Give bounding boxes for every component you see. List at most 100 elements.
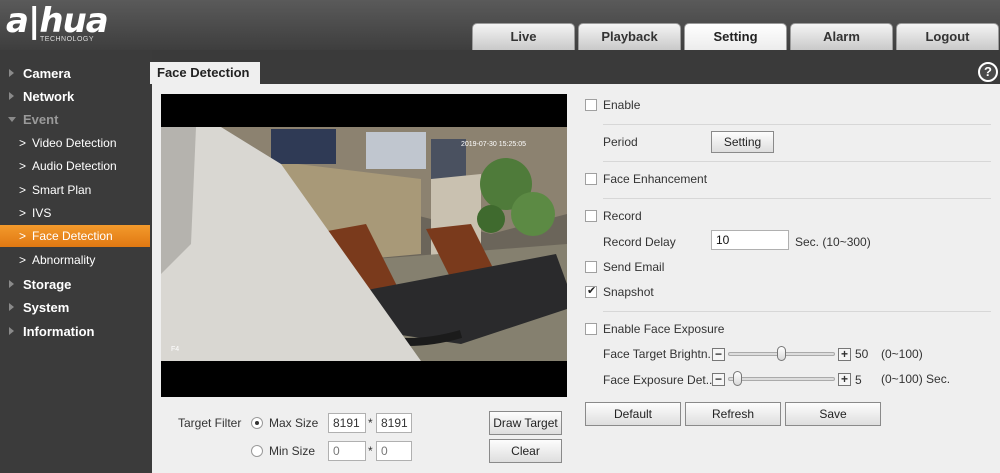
expand-arrow-icon: [9, 280, 14, 288]
divider: [603, 198, 991, 199]
sidebar-subitem-label: Face Detection: [32, 229, 113, 243]
collapse-arrow-icon: [8, 117, 16, 122]
video-timestamp: 2019-07-30 15:25:05: [461, 141, 526, 148]
chevron-right-icon: >: [19, 183, 27, 197]
video-corner-label: F4: [171, 346, 179, 353]
exposure-detect-label: Face Exposure Det...: [603, 373, 716, 387]
expand-arrow-icon: [9, 327, 14, 335]
exposure-detect-range: (0~100) Sec.: [881, 372, 951, 386]
sidebar-subitem-abnormality[interactable]: > Abnormality: [0, 249, 150, 271]
sidebar-subitem-label: Smart Plan: [32, 183, 92, 197]
sidebar-item-camera[interactable]: Camera: [0, 62, 152, 85]
snapshot-label: Snapshot: [603, 285, 654, 299]
send-email-label: Send Email: [603, 260, 665, 274]
min-height-input[interactable]: 0: [376, 441, 412, 461]
exposure-detect-thumb[interactable]: [732, 371, 742, 386]
sidebar-item-label: Storage: [23, 277, 72, 292]
send-email-checkbox[interactable]: [585, 261, 597, 273]
sidebar-item-network[interactable]: Network: [0, 85, 152, 108]
plus-icon[interactable]: +: [838, 373, 851, 386]
target-brightness-thumb[interactable]: [777, 346, 786, 361]
sidebar: Camera Network Event > Video Detection > A…: [0, 50, 152, 473]
header-bar: a|hua TECHNOLOGY Live Playback Setting A…: [0, 0, 1000, 50]
snapshot-checkbox[interactable]: [585, 284, 597, 298]
size-separator: *: [368, 444, 373, 458]
expand-arrow-icon: [9, 69, 14, 77]
sidebar-item-label: System: [23, 300, 70, 315]
draw-target-button[interactable]: Draw Target: [489, 411, 562, 435]
sidebar-item-storage[interactable]: Storage: [0, 273, 152, 296]
record-checkbox[interactable]: [585, 210, 597, 222]
record-delay-input[interactable]: 10: [711, 230, 789, 250]
target-filter-label: Target Filter: [178, 416, 242, 430]
divider: [603, 161, 991, 162]
tab-setting[interactable]: Setting: [684, 23, 787, 50]
camera-scene-image: 2019-07-30 15:25:05 F4: [161, 94, 567, 397]
default-button[interactable]: Default: [585, 402, 681, 426]
record-delay-hint: Sec. (10~300): [795, 235, 871, 249]
enable-face-exposure-label: Enable Face Exposure: [603, 322, 725, 336]
max-size-radio[interactable]: [251, 417, 263, 429]
enable-face-exposure-checkbox[interactable]: [585, 323, 597, 335]
divider: [603, 311, 991, 312]
record-delay-label: Record Delay: [603, 235, 676, 249]
save-button[interactable]: Save: [785, 402, 881, 426]
period-setting-button[interactable]: Setting: [711, 131, 774, 153]
max-size-label: Max Size: [269, 416, 319, 430]
face-enhancement-checkbox[interactable]: [585, 173, 597, 185]
max-width-input[interactable]: 8191: [328, 413, 366, 433]
sidebar-item-information[interactable]: Information: [0, 320, 152, 343]
sidebar-subitem-label: IVS: [32, 206, 52, 220]
sidebar-item-label: Event: [23, 112, 59, 127]
brand-subtitle: TECHNOLOGY: [40, 36, 95, 43]
expand-arrow-icon: [9, 303, 14, 311]
enable-label: Enable: [603, 98, 641, 112]
video-preview[interactable]: 2019-07-30 15:25:05 F4: [161, 94, 567, 397]
expand-arrow-icon: [9, 92, 14, 100]
exposure-detect-slider[interactable]: [728, 377, 835, 381]
chevron-right-icon: >: [19, 229, 27, 243]
sidebar-subitem-label: Audio Detection: [32, 159, 117, 173]
min-width-input[interactable]: 0: [328, 441, 366, 461]
plus-icon[interactable]: +: [838, 348, 851, 361]
sidebar-item-event[interactable]: Event: [0, 108, 152, 131]
target-brightness-range: (0~100): [881, 347, 923, 361]
tab-playback[interactable]: Playback: [578, 23, 681, 50]
sidebar-item-label: Camera: [23, 66, 71, 81]
chevron-right-icon: >: [19, 136, 27, 150]
divider: [603, 124, 991, 125]
face-enhancement-label: Face Enhancement: [603, 172, 708, 186]
help-icon[interactable]: ?: [978, 62, 998, 82]
sidebar-subitem-video-detection[interactable]: > Video Detection: [0, 132, 150, 154]
clear-button[interactable]: Clear: [489, 439, 562, 463]
period-label: Period: [603, 135, 638, 149]
minus-icon[interactable]: −: [712, 373, 725, 386]
minus-icon[interactable]: −: [712, 348, 725, 361]
sidebar-subitem-audio-detection[interactable]: > Audio Detection: [0, 155, 150, 177]
size-separator: *: [368, 416, 373, 430]
exposure-detect-value: 5: [855, 373, 862, 387]
sidebar-item-system[interactable]: System: [0, 296, 152, 319]
record-label: Record: [603, 209, 642, 223]
sidebar-subitem-ivs[interactable]: > IVS: [0, 202, 150, 224]
target-brightness-value: 50: [855, 347, 869, 361]
refresh-button[interactable]: Refresh: [685, 402, 781, 426]
page-title: Face Detection: [150, 62, 260, 84]
min-size-radio[interactable]: [251, 445, 263, 457]
tab-logout[interactable]: Logout: [896, 23, 999, 50]
chevron-right-icon: >: [19, 159, 27, 173]
sidebar-subitem-label: Video Detection: [32, 136, 117, 150]
chevron-right-icon: >: [19, 206, 27, 220]
sidebar-subitem-smart-plan[interactable]: > Smart Plan: [0, 179, 150, 201]
tab-alarm[interactable]: Alarm: [790, 23, 893, 50]
tab-live[interactable]: Live: [472, 23, 575, 50]
chevron-right-icon: >: [19, 253, 27, 267]
enable-checkbox[interactable]: [585, 99, 597, 111]
sidebar-subitem-label: Abnormality: [32, 253, 96, 267]
sidebar-item-label: Network: [23, 89, 75, 104]
max-height-input[interactable]: 8191: [376, 413, 412, 433]
brand-logo: a|hua: [6, 1, 109, 41]
min-size-label: Min Size: [269, 444, 316, 458]
sidebar-item-label: Information: [23, 324, 95, 339]
sidebar-subitem-face-detection[interactable]: > Face Detection: [0, 225, 150, 247]
